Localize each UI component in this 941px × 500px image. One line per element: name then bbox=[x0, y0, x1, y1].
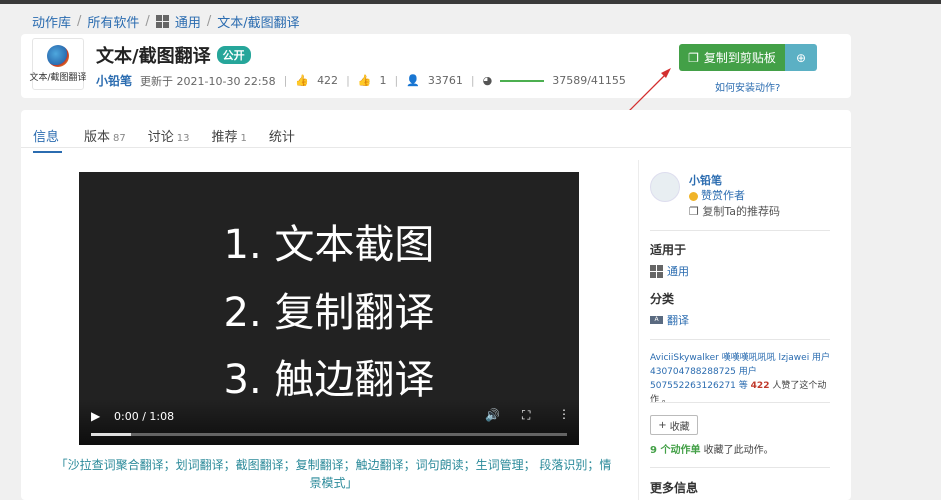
action-meta: 小铅笔 更新于 2021-10-30 22:58 | 👍 422 | 👍 1 |… bbox=[96, 72, 626, 89]
tab-stats[interactable]: 统计 bbox=[269, 126, 298, 153]
favorite-count: 9 个动作单 收藏了此动作。 bbox=[650, 445, 774, 456]
copy-icon: ❐ bbox=[689, 205, 699, 218]
tabs-divider bbox=[21, 147, 851, 148]
author-link[interactable]: 小铅笔 bbox=[96, 72, 132, 89]
coin-icon bbox=[689, 191, 698, 201]
tab-recommend[interactable]: 推荐 1 bbox=[212, 126, 247, 153]
translate-icon: A bbox=[650, 316, 663, 324]
copy-button-label: 复制到剪贴板 bbox=[703, 51, 776, 65]
favorite-button[interactable]: + 收藏 bbox=[650, 415, 698, 435]
globe-icon bbox=[47, 45, 69, 67]
app-icon-label: 文本/截图翻译 bbox=[29, 73, 87, 83]
breadcrumb-separator: / bbox=[145, 14, 150, 29]
thumbs-count: 1 bbox=[379, 74, 387, 87]
usage-progress-bar bbox=[500, 79, 545, 82]
copy-referral-link[interactable]: ❐ 复制Ta的推荐码 bbox=[689, 203, 780, 219]
fullscreen-icon[interactable]: ⛶ bbox=[522, 408, 530, 423]
pie-chart-icon: ◕ bbox=[482, 74, 493, 87]
sidebar-divider bbox=[650, 339, 830, 340]
tab-discussion[interactable]: 讨论 13 bbox=[148, 126, 190, 153]
sidebar-divider bbox=[650, 467, 830, 468]
video-time: 0:00 / 1:08 bbox=[114, 410, 175, 423]
sidebar-author-link[interactable]: 小铅笔 bbox=[689, 172, 722, 188]
breadcrumb-item-general[interactable]: 通用 bbox=[175, 12, 201, 31]
breadcrumb-separator: / bbox=[77, 14, 82, 29]
more-options-icon[interactable]: ⋮ bbox=[558, 407, 570, 421]
praise-author-link[interactable]: 赞赏作者 bbox=[689, 187, 745, 203]
applies-heading: 适用于 bbox=[650, 243, 687, 257]
video-caption-line: 2. 复制翻译 bbox=[223, 290, 435, 336]
volume-icon[interactable]: 🔊 bbox=[485, 408, 500, 422]
breadcrumb-separator: / bbox=[206, 14, 212, 29]
likers-count: 422 bbox=[750, 381, 770, 391]
thumbs-up-yellow-icon: 👍 bbox=[357, 74, 372, 87]
zoom-in-icon: ⊕ bbox=[795, 50, 807, 65]
grid-icon bbox=[155, 15, 169, 28]
public-badge: 公开 bbox=[216, 46, 251, 64]
likers-list: AviciiSkywalker 嘆嘆嘆吼吼吼 lzjawei 用户4307047… bbox=[650, 351, 832, 407]
app-icon: 文本/截图翻译 bbox=[29, 38, 87, 90]
main-panel: 信息 版本 87 讨论 13 推荐 1 统计 1. 文本截图 2. 复制翻译 3. 触… bbox=[21, 110, 851, 500]
copy-icon: ❐ bbox=[688, 50, 699, 65]
plus-icon: + bbox=[658, 419, 667, 431]
action-header: 文本/截图翻译 文本/截图翻译 公开 小铅笔 更新于 2021-10-30 22… bbox=[21, 34, 851, 98]
video-buffered-bar bbox=[91, 433, 131, 436]
video-player[interactable]: 1. 文本截图 2. 复制翻译 3. 触边翻译 ▶ 0:00 / 1:08 🔊 … bbox=[79, 172, 579, 445]
zoom-button[interactable]: ⊕ bbox=[785, 44, 817, 71]
install-help-link[interactable]: 如何安装动作? bbox=[715, 79, 780, 94]
divider: | bbox=[470, 74, 475, 87]
video-controls: ▶ 0:00 / 1:08 🔊 ⛶ ⋮ bbox=[79, 399, 579, 445]
divider: | bbox=[394, 74, 399, 87]
breadcrumb: 动作库 / 所有软件 / 通用 / 文本/截图翻译 bbox=[32, 12, 300, 31]
likers-and: 等 bbox=[738, 381, 748, 391]
divider: | bbox=[346, 74, 350, 87]
top-bar bbox=[0, 0, 941, 4]
applies-general-link[interactable]: 通用 bbox=[650, 263, 689, 279]
video-caption-line: 3. 触边翻译 bbox=[223, 357, 435, 403]
users-count: 33761 bbox=[427, 74, 463, 87]
breadcrumb-item-current[interactable]: 文本/截图翻译 bbox=[217, 12, 299, 31]
tab-bar: 信息 版本 87 讨论 13 推荐 1 统计 bbox=[33, 126, 298, 153]
more-info-heading: 更多信息 bbox=[650, 481, 699, 495]
category-heading: 分类 bbox=[650, 292, 675, 306]
action-description: 「沙拉查词聚合翻译；划词翻译；截图翻译；复制翻译；触边翻译；词句朗读；生词管理；… bbox=[55, 458, 612, 490]
author-avatar[interactable] bbox=[650, 172, 680, 202]
updated-time: 更新于 2021-10-30 22:58 bbox=[140, 74, 276, 88]
play-icon[interactable]: ▶ bbox=[91, 409, 100, 423]
video-caption-line: 1. 文本截图 bbox=[223, 222, 435, 268]
breadcrumb-item-library[interactable]: 动作库 bbox=[32, 12, 71, 31]
content-divider bbox=[638, 160, 639, 500]
video-progress-track[interactable] bbox=[91, 433, 567, 436]
usage-progress-text: 37589/41155 bbox=[552, 74, 626, 87]
category-translate-link[interactable]: A 翻译 bbox=[650, 312, 689, 328]
copy-to-clipboard-button[interactable]: ❐ 复制到剪贴板 bbox=[679, 44, 785, 71]
sidebar-divider bbox=[650, 402, 830, 403]
sidebar-divider bbox=[650, 230, 830, 231]
grid-icon bbox=[650, 264, 663, 278]
divider: | bbox=[283, 74, 288, 87]
tab-versions[interactable]: 版本 87 bbox=[84, 126, 126, 153]
thumbs-up-icon: 👍 bbox=[295, 74, 310, 87]
page-title: 文本/截图翻译 公开 bbox=[96, 42, 251, 68]
title-text: 文本/截图翻译 bbox=[96, 46, 211, 67]
user-icon: 👤 bbox=[406, 74, 420, 87]
likes-count: 422 bbox=[317, 74, 339, 87]
breadcrumb-item-all-software[interactable]: 所有软件 bbox=[87, 12, 139, 31]
tab-info[interactable]: 信息 bbox=[33, 126, 63, 153]
